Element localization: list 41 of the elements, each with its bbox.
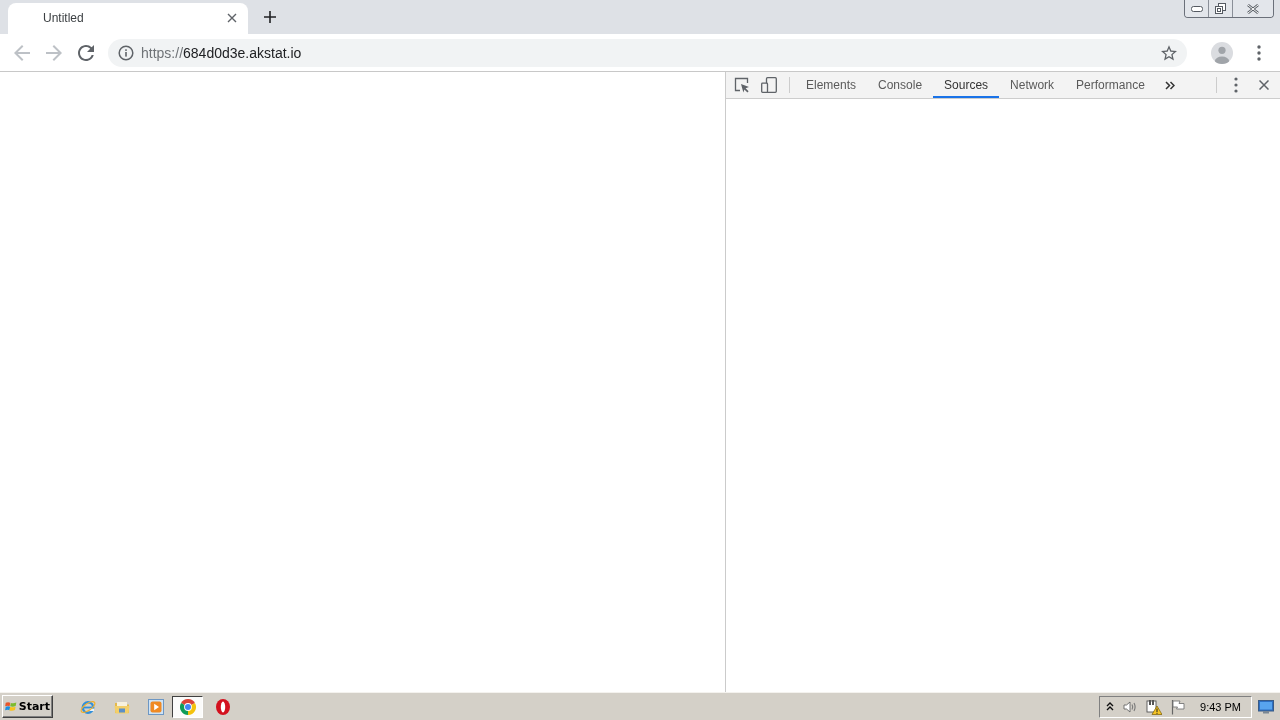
star-icon [1161, 44, 1177, 61]
oval-logo-icon [215, 698, 231, 715]
browser-tab[interactable]: Untitled [8, 3, 248, 34]
bookmark-button[interactable] [1160, 43, 1178, 62]
reload-icon [78, 44, 94, 61]
menu-icon [1234, 77, 1238, 93]
avatar-icon [1211, 41, 1233, 64]
url-text: https://684d0d3e.akstat.io [141, 44, 302, 61]
close-window-button[interactable] [1233, 0, 1273, 17]
network-warning-icon[interactable] [1146, 698, 1163, 715]
flag-icon[interactable] [1170, 698, 1187, 715]
e-letter-icon [80, 698, 96, 715]
info-icon [118, 44, 134, 61]
devices-icon [761, 77, 777, 93]
menu-icon [1257, 44, 1261, 61]
double-chevron-icon [1164, 80, 1175, 90]
clock-text[interactable]: 9:43 PM [1200, 700, 1241, 713]
start-button[interactable]: Start [2, 695, 53, 718]
browser-app-button[interactable] [172, 695, 203, 718]
close-icon [1259, 80, 1269, 90]
restore-button[interactable] [1209, 0, 1233, 17]
forward-arrow-icon [46, 44, 62, 61]
back-arrow-icon [14, 44, 30, 61]
plus-icon [264, 11, 276, 23]
close-icon [227, 12, 237, 23]
devtools-tab[interactable]: Network [999, 72, 1066, 98]
inspect-icon [734, 77, 750, 93]
monitor-icon [1258, 698, 1274, 715]
windows-flag-icon [5, 699, 17, 714]
up-chevron-icon[interactable] [1106, 702, 1115, 711]
devtools-tab[interactable]: Elements [795, 72, 868, 98]
close-icon [1247, 3, 1259, 14]
devtools-tab[interactable]: Console [867, 72, 934, 98]
minimize-button[interactable] [1185, 0, 1209, 17]
address-bar[interactable]: https://684d0d3e.akstat.io [108, 38, 1187, 67]
round-logo-icon [179, 698, 196, 715]
play-icon [148, 698, 164, 715]
speaker-icon[interactable] [1122, 698, 1139, 715]
minimize-icon [1190, 5, 1203, 12]
devtools-tab[interactable]: Performance [1065, 72, 1156, 98]
restore-icon [1215, 3, 1226, 14]
